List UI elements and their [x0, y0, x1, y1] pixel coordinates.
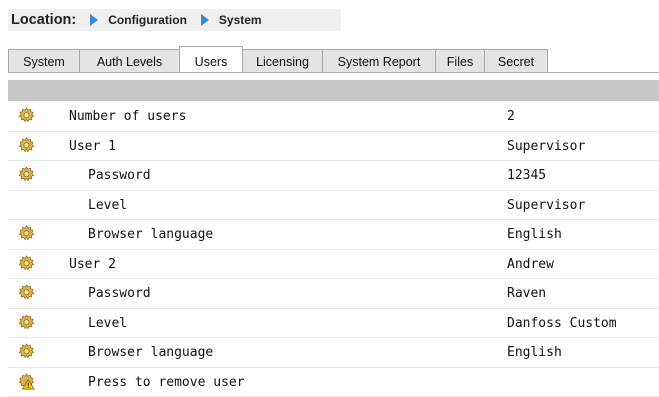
setting-row-user-2[interactable]: User 2 Andrew	[8, 250, 659, 280]
tab-licensing[interactable]: Licensing	[242, 49, 323, 73]
setting-row-number-of-users[interactable]: Number of users 2	[8, 102, 659, 132]
setting-label: Browser language	[88, 227, 213, 242]
setting-label: Level	[88, 198, 127, 213]
tab-secret[interactable]: Secret	[484, 49, 548, 73]
setting-value: English	[507, 345, 562, 360]
gear-icon[interactable]	[18, 284, 35, 301]
tab-auth-levels[interactable]: Auth Levels	[79, 49, 180, 73]
setting-value: Danfoss Custom	[507, 316, 617, 331]
setting-row-user-1-password[interactable]: Password 12345	[8, 161, 659, 191]
setting-row-user-2-level[interactable]: Level Danfoss Custom	[8, 309, 659, 339]
setting-label: Browser language	[88, 345, 213, 360]
gear-icon[interactable]	[18, 255, 35, 272]
gear-icon[interactable]	[18, 343, 35, 360]
tab-bar: System Auth Levels Users Licensing Syste…	[8, 46, 547, 73]
setting-row-user-1-browser-language[interactable]: Browser language English	[8, 220, 659, 250]
setting-label: Password	[88, 168, 151, 183]
setting-value: 2	[507, 109, 515, 124]
setting-label: Level	[88, 316, 127, 331]
tab-files[interactable]: Files	[435, 49, 485, 73]
breadcrumb-configuration[interactable]: Configuration	[108, 13, 187, 27]
gear-icon[interactable]	[18, 314, 35, 331]
setting-label: Password	[88, 286, 151, 301]
setting-row-remove-user[interactable]: Press to remove user	[8, 368, 659, 397]
gear-icon[interactable]	[18, 107, 35, 124]
setting-label: User 1	[69, 139, 116, 154]
setting-value: Supervisor	[507, 198, 585, 213]
tab-system[interactable]: System	[8, 49, 80, 73]
breadcrumb-arrow-icon	[201, 14, 209, 26]
setting-label: User 2	[69, 257, 116, 272]
setting-row-user-1[interactable]: User 1 Supervisor	[8, 132, 659, 162]
breadcrumb-arrow-icon	[90, 14, 98, 26]
gear-icon[interactable]	[18, 137, 35, 154]
setting-label: Press to remove user	[88, 375, 245, 390]
setting-label: Number of users	[69, 109, 186, 124]
location-label: Location:	[11, 12, 76, 28]
breadcrumb-system[interactable]: System	[219, 13, 262, 27]
setting-value: English	[507, 227, 562, 242]
gear-icon[interactable]	[18, 166, 35, 183]
setting-value: Supervisor	[507, 139, 585, 154]
setting-row-user-1-level: Level Supervisor	[8, 191, 659, 221]
tab-divider	[8, 72, 659, 73]
setting-value: Raven	[507, 286, 546, 301]
setting-value: Andrew	[507, 257, 554, 272]
tab-users[interactable]: Users	[179, 46, 243, 73]
setting-row-user-2-password[interactable]: Password Raven	[8, 279, 659, 309]
setting-value: 12345	[507, 168, 546, 183]
setting-row-user-2-browser-language[interactable]: Browser language English	[8, 338, 659, 368]
gear-icon[interactable]	[18, 225, 35, 242]
location-breadcrumb: Location: Configuration System	[8, 9, 341, 31]
table-header-strip	[8, 80, 659, 101]
settings-table: Number of users 2 User 1 Supervisor Pass…	[8, 102, 659, 397]
tab-system-report[interactable]: System Report	[322, 49, 436, 73]
warning-gear-icon[interactable]	[18, 373, 35, 390]
